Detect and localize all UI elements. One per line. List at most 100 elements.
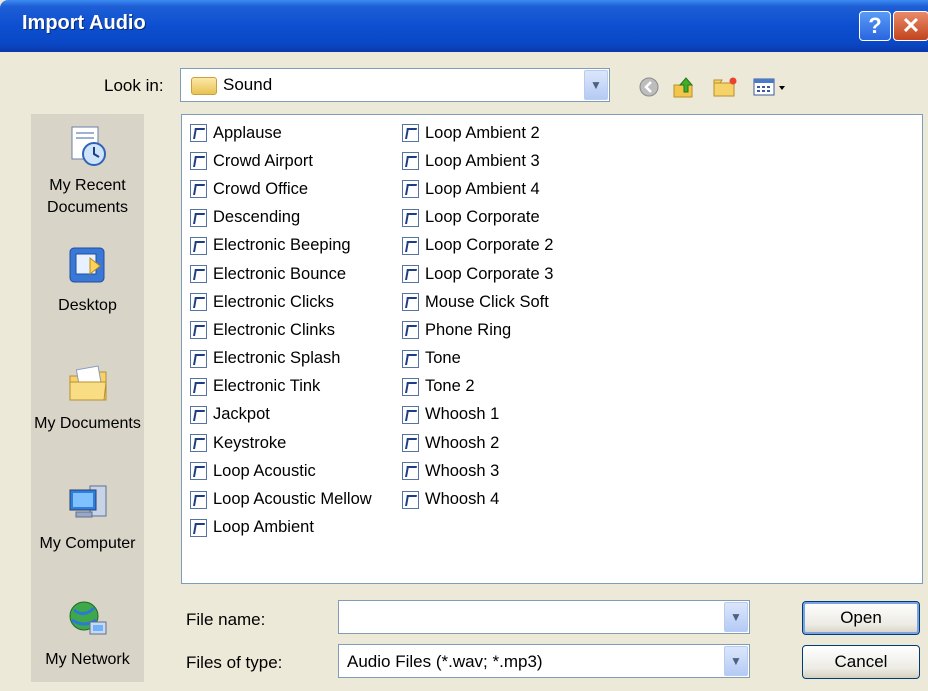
audio-file-icon xyxy=(402,377,419,396)
file-item[interactable]: Electronic Tink xyxy=(190,373,372,401)
file-item-label: Loop Corporate 3 xyxy=(425,264,554,283)
help-icon: ? xyxy=(868,13,882,38)
file-item[interactable]: Electronic Clinks xyxy=(190,316,372,344)
file-item-label: Jackpot xyxy=(213,405,270,424)
audio-file-icon xyxy=(402,349,419,368)
file-item-label: Electronic Clinks xyxy=(213,320,335,339)
audio-file-icon xyxy=(402,152,419,171)
open-button[interactable]: Open xyxy=(802,601,920,635)
file-item-label: Electronic Bounce xyxy=(213,264,346,283)
chevron-down-icon[interactable]: ▼ xyxy=(724,646,748,676)
audio-file-icon xyxy=(402,490,419,509)
file-item-label: Tone 2 xyxy=(425,377,475,396)
audio-file-icon xyxy=(190,265,207,284)
file-item[interactable]: Electronic Splash xyxy=(190,345,372,373)
file-item[interactable]: Loop Corporate xyxy=(402,204,553,232)
audio-file-icon xyxy=(402,236,419,255)
file-item[interactable]: Electronic Beeping xyxy=(190,232,372,260)
look-in-dropdown[interactable]: Sound ▼ xyxy=(180,68,610,102)
file-item-label: Applause xyxy=(213,123,282,142)
file-item[interactable]: Loop Acoustic Mellow xyxy=(190,485,372,513)
file-item-label: Electronic Tink xyxy=(213,377,321,396)
place-label: My Recent Documents xyxy=(47,177,128,216)
file-item[interactable]: Descending xyxy=(190,204,372,232)
file-item[interactable]: Electronic Bounce xyxy=(190,260,372,288)
file-item[interactable]: Loop Ambient 4 xyxy=(402,175,553,203)
back-button[interactable] xyxy=(638,76,660,98)
place-my-computer[interactable]: My Computer xyxy=(31,482,144,555)
place-label: My Documents xyxy=(34,415,141,432)
file-item-label: Tone xyxy=(425,349,461,368)
up-one-level-button[interactable] xyxy=(672,76,696,98)
file-item[interactable]: Jackpot xyxy=(190,401,372,429)
file-name-label: File name: xyxy=(186,610,266,629)
title-bar[interactable]: Import Audio ? ✕ xyxy=(0,0,928,52)
import-audio-dialog: Import Audio ? ✕ Look in: Sound ▼ My Rec… xyxy=(0,0,928,691)
file-column-1: Applause Crowd Airport Crowd Office Descend… xyxy=(190,119,372,542)
file-item-label: Loop Corporate xyxy=(425,208,540,227)
place-my-network[interactable]: My Network xyxy=(31,598,144,671)
file-item[interactable]: Loop Acoustic xyxy=(190,457,372,485)
place-my-documents[interactable]: My Documents xyxy=(31,362,144,435)
places-bar: My Recent Documents Desktop My Documents… xyxy=(31,114,144,682)
views-menu-icon xyxy=(753,78,785,96)
file-item[interactable]: Whoosh 3 xyxy=(402,457,553,485)
audio-file-icon xyxy=(190,321,207,340)
recent-documents-icon xyxy=(71,126,106,166)
create-new-folder-button[interactable] xyxy=(712,76,738,98)
audio-file-icon xyxy=(402,180,419,199)
file-item[interactable]: Keystroke xyxy=(190,429,372,457)
file-item[interactable]: Whoosh 4 xyxy=(402,485,553,513)
file-item[interactable]: Tone 2 xyxy=(402,373,553,401)
close-button[interactable]: ✕ xyxy=(893,11,928,41)
files-of-type-dropdown[interactable]: Audio Files (*.wav; *.mp3) ▼ xyxy=(338,644,750,678)
place-recent-documents[interactable]: My Recent Documents xyxy=(31,124,144,219)
chevron-down-icon[interactable]: ▼ xyxy=(584,70,608,100)
file-item[interactable]: Phone Ring xyxy=(402,316,553,344)
file-item[interactable]: Loop Ambient xyxy=(190,514,372,542)
views-menu-button[interactable] xyxy=(752,76,790,98)
my-network-icon xyxy=(69,601,106,635)
audio-file-icon xyxy=(190,208,207,227)
file-item[interactable]: Whoosh 1 xyxy=(402,401,553,429)
audio-file-icon xyxy=(190,124,207,143)
my-documents-icon xyxy=(69,365,107,401)
file-item[interactable]: Whoosh 2 xyxy=(402,429,553,457)
file-item[interactable]: Applause xyxy=(190,119,372,147)
file-item[interactable]: Tone xyxy=(402,345,553,373)
file-item[interactable]: Loop Corporate 3 xyxy=(402,260,553,288)
file-item-label: Electronic Beeping xyxy=(213,236,351,255)
file-item[interactable]: Crowd Office xyxy=(190,175,372,203)
file-item-label: Loop Acoustic Mellow xyxy=(213,490,372,509)
file-item[interactable]: Crowd Airport xyxy=(190,147,372,175)
audio-file-icon xyxy=(190,434,207,453)
file-item[interactable]: Loop Ambient 3 xyxy=(402,147,553,175)
cancel-button[interactable]: Cancel xyxy=(802,645,920,679)
file-item-label: Loop Acoustic xyxy=(213,461,316,480)
file-item-label: Descending xyxy=(213,208,301,227)
file-name-input[interactable]: ▼ xyxy=(338,600,750,634)
file-item[interactable]: Electronic Clicks xyxy=(190,288,372,316)
file-item[interactable]: Loop Ambient 2 xyxy=(402,119,553,147)
audio-file-icon xyxy=(190,377,207,396)
file-item-label: Whoosh 3 xyxy=(425,461,500,480)
audio-file-icon xyxy=(402,208,419,227)
file-item-label: Whoosh 4 xyxy=(425,490,500,509)
file-item-label: Mouse Click Soft xyxy=(425,292,549,311)
file-item-label: Electronic Clicks xyxy=(213,292,335,311)
file-item-label: Keystroke xyxy=(213,433,287,452)
audio-file-icon xyxy=(402,434,419,453)
file-item-label: Loop Corporate 2 xyxy=(425,236,554,255)
file-item[interactable]: Loop Corporate 2 xyxy=(402,232,553,260)
place-desktop[interactable]: Desktop xyxy=(31,244,144,317)
chevron-down-icon[interactable]: ▼ xyxy=(724,602,748,632)
dialog-title: Import Audio xyxy=(22,12,146,34)
audio-file-icon xyxy=(190,405,207,424)
audio-file-icon xyxy=(402,293,419,312)
audio-file-icon xyxy=(402,462,419,481)
help-button[interactable]: ? xyxy=(859,11,891,41)
file-list[interactable]: Applause Crowd Airport Crowd Office Descend… xyxy=(181,114,923,584)
file-item[interactable]: Mouse Click Soft xyxy=(402,288,553,316)
file-item-label: Crowd Office xyxy=(213,179,309,198)
place-label: Desktop xyxy=(58,297,117,314)
